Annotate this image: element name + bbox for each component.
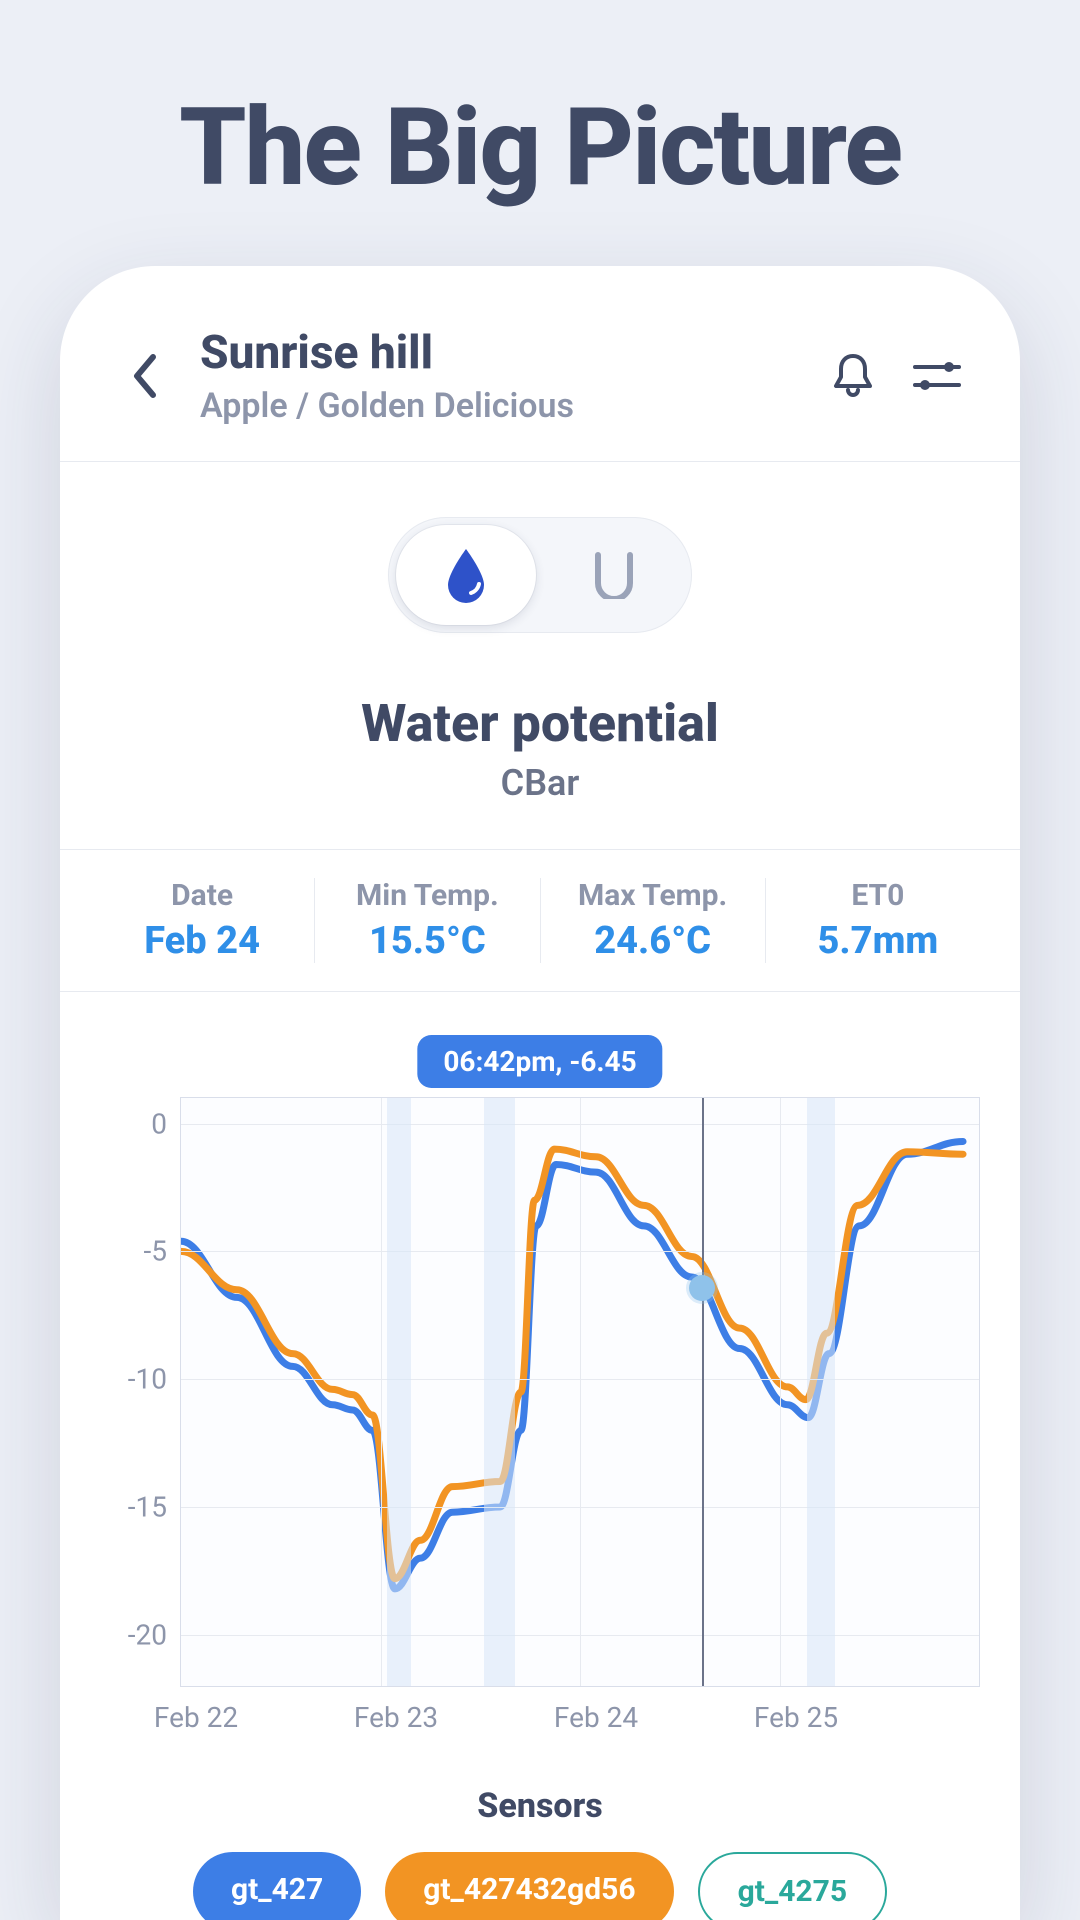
stat-value: 15.5°C — [315, 919, 539, 963]
chart-series-gt_427432gd56 — [181, 1149, 963, 1579]
farm-title: Sunrise hill — [200, 326, 825, 380]
stat-max-temp: Max Temp. 24.6°C — [541, 878, 766, 963]
chart-tooltip: 06:42pm, -6.45 — [417, 1035, 662, 1088]
chart-x-tick: Feb 22 — [154, 1701, 238, 1734]
marketing-hero-title: The Big Picture — [179, 85, 901, 211]
sensor-chip-gt_427[interactable]: gt_427 — [193, 1852, 361, 1920]
view-mode-container[interactable] — [544, 525, 684, 625]
stat-label: ET0 — [766, 878, 990, 913]
chart-title: Water potential — [60, 693, 1020, 754]
stat-label: Max Temp. — [541, 878, 765, 913]
chart-cursor-line — [702, 1098, 704, 1686]
sensor-chip-row: gt_427 gt_427432gd56 gt_4275 — [60, 1852, 1020, 1920]
chart-x-axis-labels: Feb 22Feb 23Feb 24Feb 25 — [180, 1701, 980, 1741]
chart-irrigation-band — [807, 1098, 835, 1686]
sensor-chip-gt_427432gd56[interactable]: gt_427432gd56 — [385, 1852, 673, 1920]
sensors-heading: Sensors — [60, 1786, 1020, 1826]
view-mode-water[interactable] — [396, 525, 536, 625]
chart-area[interactable]: 06:42pm, -6.45 0-5-10-15-20 Feb 22Feb 23… — [100, 1037, 980, 1741]
chart-x-tick: Feb 25 — [754, 1701, 838, 1734]
water-drop-icon — [444, 547, 488, 603]
page-title-block: Sunrise hill Apple / Golden Delicious — [200, 326, 825, 426]
view-mode-segmented — [388, 517, 692, 633]
chart-y-tick: -20 — [107, 1618, 167, 1651]
phone-frame: Sunrise hill Apple / Golden Delicious — [60, 266, 1020, 1920]
back-button[interactable] — [115, 346, 175, 406]
bell-icon — [831, 352, 875, 400]
chart-y-tick: -10 — [107, 1363, 167, 1396]
view-mode-toggle-wrap — [60, 517, 1020, 633]
stat-label: Date — [90, 878, 314, 913]
sliders-icon — [913, 356, 961, 396]
chart-irrigation-band — [484, 1098, 514, 1686]
chart-y-tick: 0 — [107, 1107, 167, 1140]
farm-subtitle: Apple / Golden Delicious — [200, 386, 825, 426]
stat-date: Date Feb 24 — [90, 878, 315, 963]
topbar-actions — [825, 348, 965, 404]
chart-unit: CBar — [60, 762, 1020, 804]
chart-y-tick: -5 — [107, 1235, 167, 1268]
stat-value: 24.6°C — [541, 919, 765, 963]
chart-irrigation-band — [387, 1098, 411, 1686]
chart-x-tick: Feb 23 — [354, 1701, 438, 1734]
stat-min-temp: Min Temp. 15.5°C — [315, 878, 540, 963]
settings-sliders-button[interactable] — [909, 348, 965, 404]
chart-cursor-dot — [689, 1275, 715, 1301]
stat-et0: ET0 5.7mm — [766, 878, 990, 963]
chart-series-gt_427 — [181, 1141, 963, 1588]
sensor-chip-gt_4275[interactable]: gt_4275 — [698, 1852, 887, 1920]
notifications-button[interactable] — [825, 348, 881, 404]
chart-x-tick: Feb 24 — [554, 1701, 638, 1734]
cup-icon — [592, 551, 636, 599]
stat-label: Min Temp. — [315, 878, 539, 913]
chart-y-tick: -15 — [107, 1491, 167, 1524]
stat-value: 5.7mm — [766, 919, 990, 963]
app-topbar: Sunrise hill Apple / Golden Delicious — [60, 266, 1020, 462]
chart-plot-box[interactable]: 0-5-10-15-20 — [180, 1097, 980, 1687]
stat-value: Feb 24 — [90, 919, 314, 963]
chevron-left-icon — [131, 353, 159, 399]
stats-row: Date Feb 24 Min Temp. 15.5°C Max Temp. 2… — [60, 849, 1020, 992]
